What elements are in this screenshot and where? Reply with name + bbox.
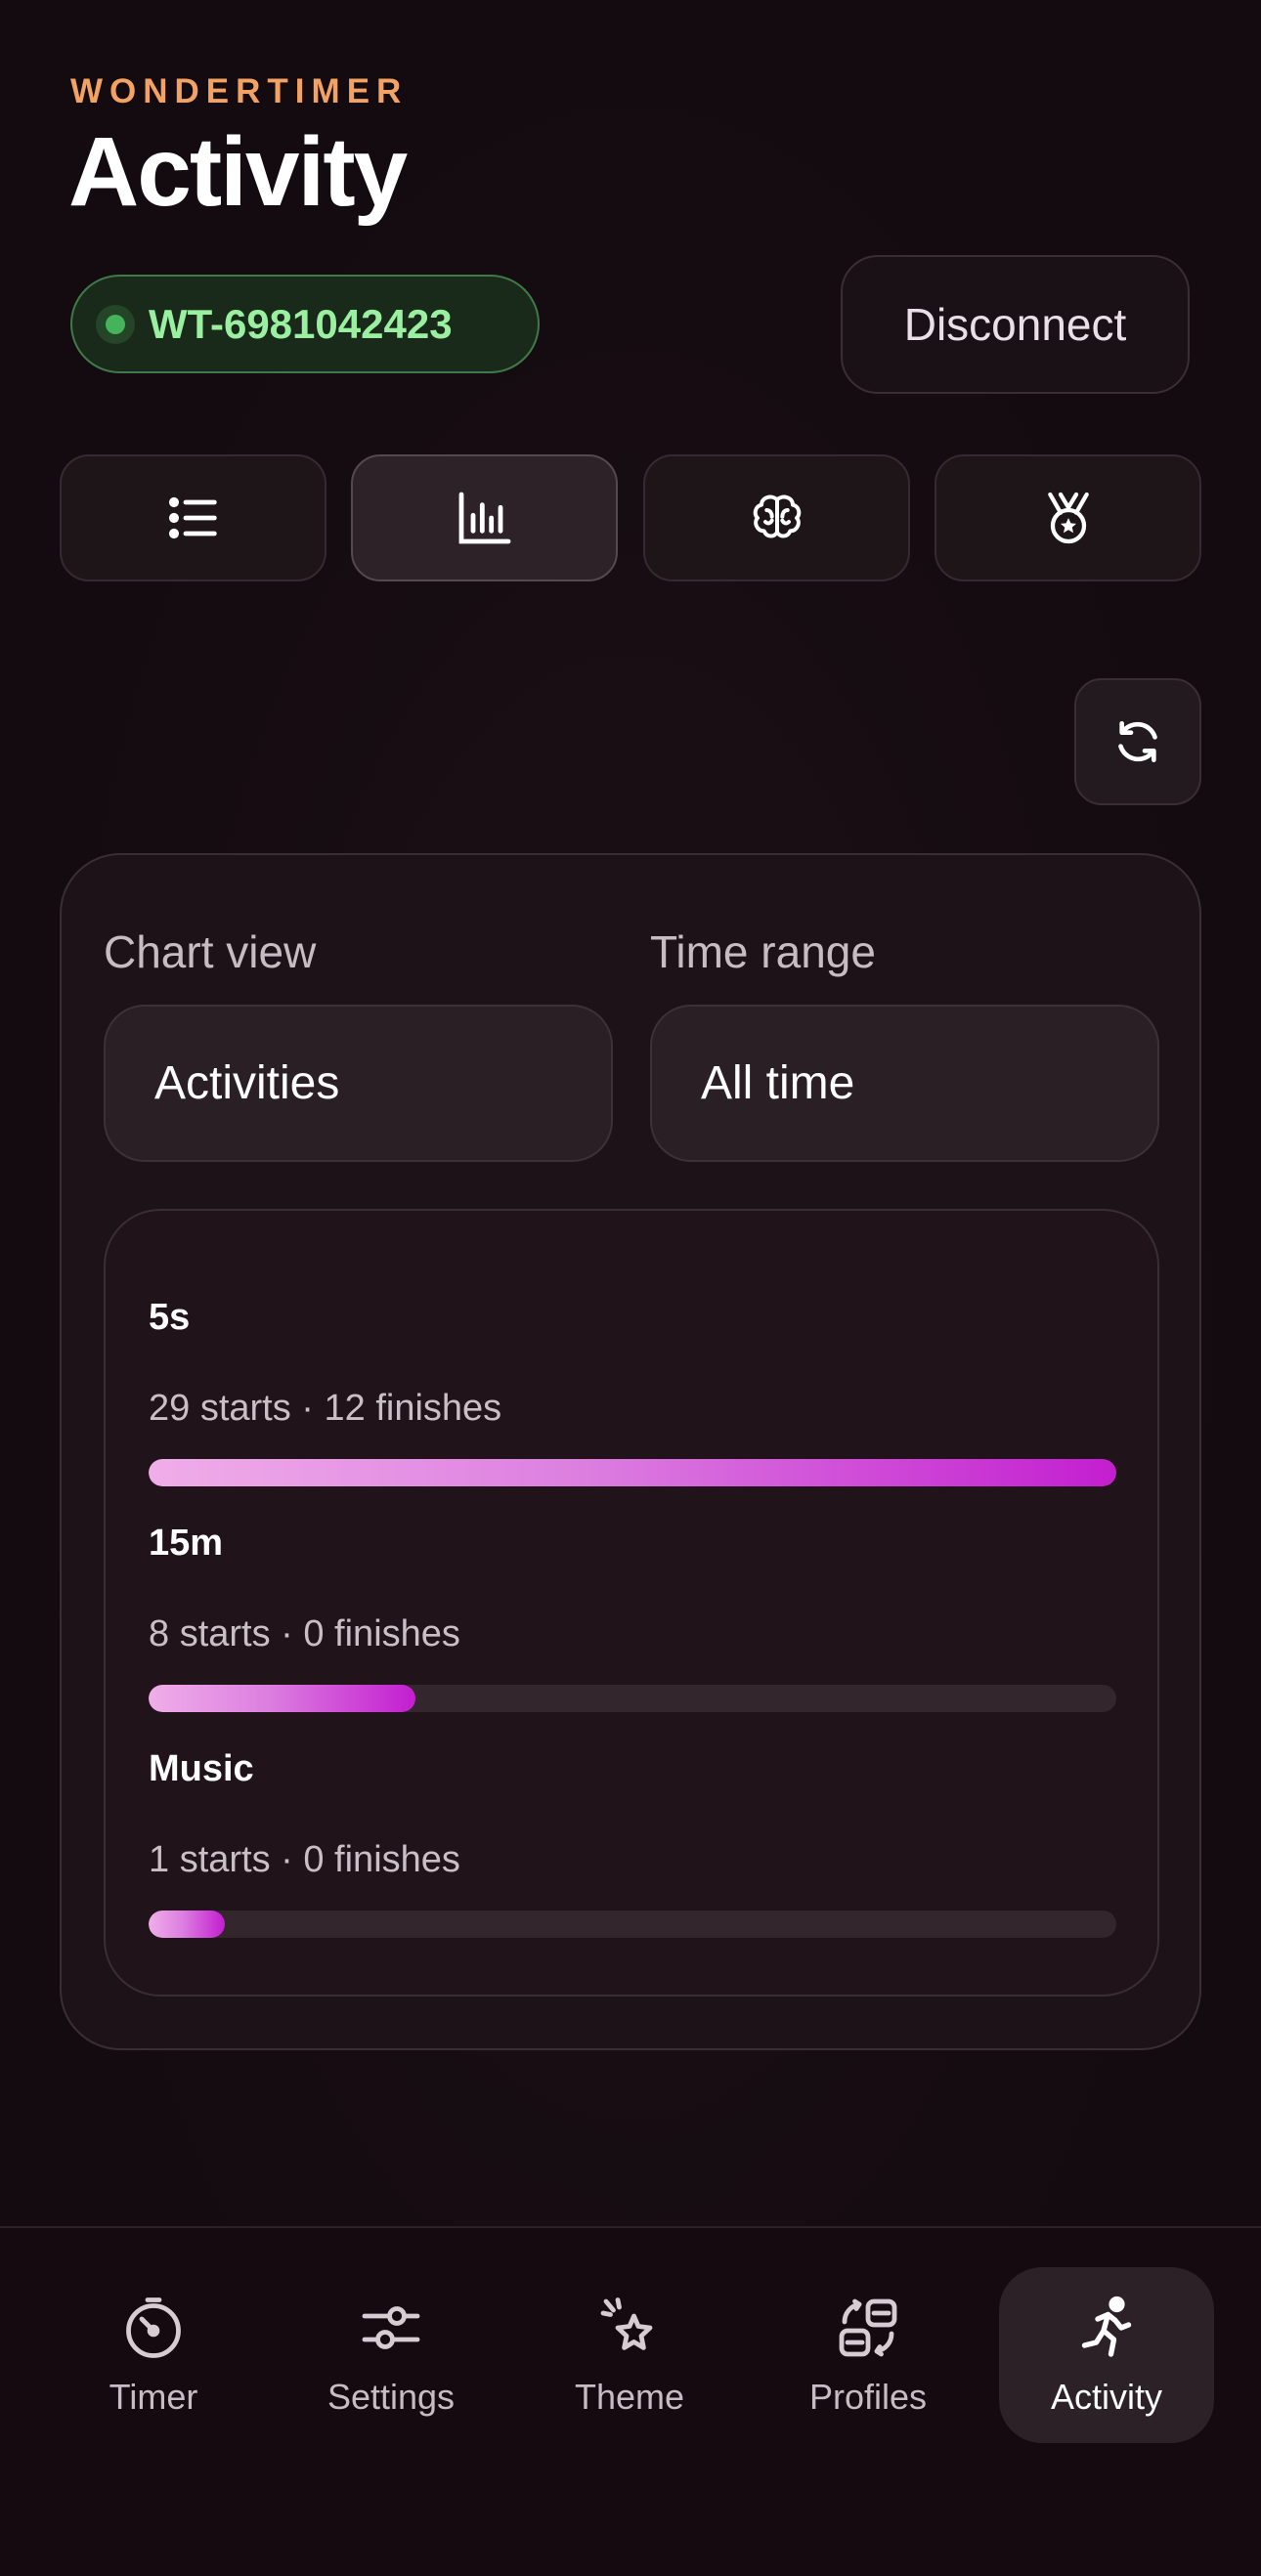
brain-icon [753, 494, 801, 538]
activity-bar-track [149, 1911, 1116, 1938]
list-item: Music 1 starts · 0 finishes [149, 1748, 1116, 1938]
nav-label: Activity [1050, 2377, 1162, 2417]
nav-profiles[interactable]: Profiles [761, 2267, 976, 2443]
time-range-select[interactable]: All time [650, 1005, 1159, 1162]
tab-insights[interactable] [643, 454, 910, 581]
bottom-nav: Timer Settings Theme Profiles Activity [0, 2226, 1261, 2576]
device-status-pill: WT-6981042423 [70, 275, 540, 373]
sliders-icon [362, 2306, 420, 2349]
list-icon [168, 496, 217, 539]
activity-bar [149, 1911, 225, 1938]
timer-icon [126, 2297, 181, 2358]
nav-label: Profiles [808, 2377, 928, 2417]
page-title: Activity [68, 117, 408, 227]
section-tabs [60, 454, 1201, 581]
nav-settings[interactable]: Settings [283, 2267, 499, 2443]
activity-chart: 5s 29 starts · 12 finishes 15m 8 starts … [104, 1209, 1159, 1996]
nav-label: Theme [574, 2377, 685, 2417]
activity-bar [149, 1685, 415, 1712]
activity-bar-track [149, 1685, 1116, 1712]
list-item: 15m 8 starts · 0 finishes [149, 1523, 1116, 1712]
connected-indicator-icon [96, 304, 135, 344]
profiles-icon [839, 2298, 897, 2357]
chart-view-select[interactable]: Activities [104, 1005, 613, 1162]
activity-name: 15m [149, 1523, 224, 1564]
nav-timer[interactable]: Timer [46, 2267, 261, 2443]
nav-theme[interactable]: Theme [522, 2267, 737, 2443]
brand-label: WONDERTIMER [70, 72, 409, 110]
nav-label: Settings [326, 2377, 456, 2417]
medal-icon [1047, 492, 1089, 544]
activity-stats: 29 starts · 12 finishes [149, 1388, 502, 1429]
activity-bar-track [149, 1459, 1116, 1486]
activity-card: Chart view Time range Activities All tim… [60, 853, 1201, 2050]
list-item: 5s 29 starts · 12 finishes [149, 1297, 1116, 1486]
tab-list[interactable] [60, 454, 326, 581]
tab-achievements[interactable] [935, 454, 1201, 581]
activity-stats: 1 starts · 0 finishes [149, 1839, 460, 1880]
sparkle-star-icon [600, 2297, 653, 2350]
activity-stats: 8 starts · 0 finishes [149, 1613, 460, 1654]
time-range-label: Time range [650, 926, 876, 977]
nav-activity[interactable]: Activity [999, 2267, 1214, 2443]
device-id: WT-6981042423 [149, 300, 453, 347]
disconnect-button[interactable]: Disconnect [841, 255, 1190, 394]
chart-view-label: Chart view [104, 926, 317, 977]
running-person-icon [1081, 2296, 1132, 2357]
refresh-button[interactable] [1074, 678, 1201, 805]
nav-label: Timer [109, 2377, 198, 2417]
refresh-icon [1118, 721, 1157, 762]
tab-chart[interactable] [351, 454, 618, 581]
activity-bar [149, 1459, 1116, 1486]
activity-name: Music [149, 1748, 254, 1789]
activity-name: 5s [149, 1297, 191, 1338]
bar-chart-icon [458, 492, 510, 544]
